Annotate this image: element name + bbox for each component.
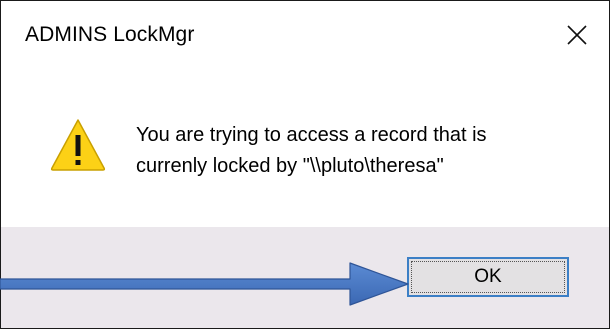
dialog-window: ADMINS LockMgr You are trying to access … — [0, 0, 610, 329]
ok-button-label: OK — [474, 266, 502, 287]
button-bar: OK — [1, 227, 609, 328]
close-button[interactable] — [557, 15, 597, 55]
message-line-1: You are trying to access a record that i… — [136, 124, 487, 146]
window-title: ADMINS LockMgr — [25, 23, 195, 46]
message-line-2: currenly locked by "\\pluto\theresa" — [136, 155, 444, 177]
close-icon — [567, 25, 587, 45]
title-bar: ADMINS LockMgr — [1, 1, 609, 79]
warning-icon — [50, 119, 106, 171]
ok-button[interactable]: OK — [407, 257, 569, 297]
dialog-content: You are trying to access a record that i… — [1, 79, 609, 227]
dialog-message: You are trying to access a record that i… — [136, 120, 576, 182]
